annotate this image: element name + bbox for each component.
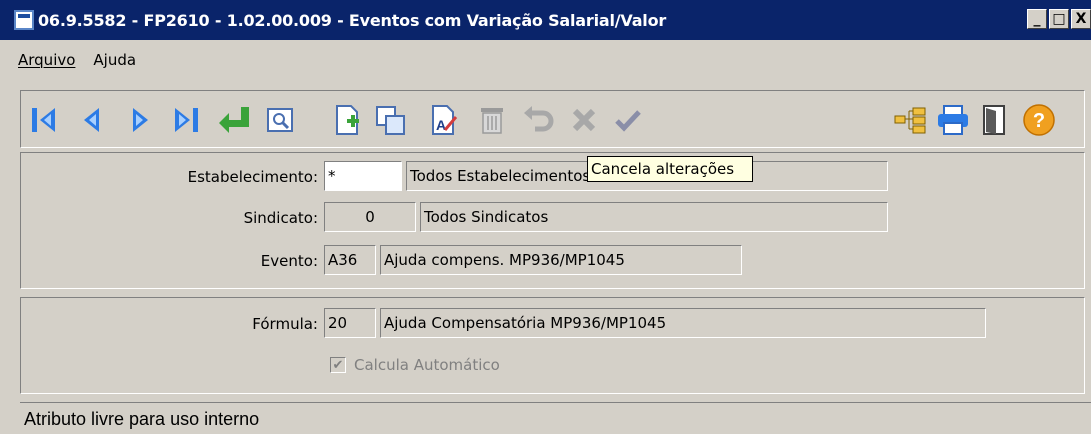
delete-record-icon[interactable] xyxy=(477,103,507,137)
toolbar: A ? xyxy=(20,90,1085,148)
menu-arquivo[interactable]: Arquivo xyxy=(18,46,75,74)
sindicato-code-input[interactable]: 0 xyxy=(324,202,416,232)
evento-code-input[interactable]: A36 xyxy=(324,245,376,275)
calcula-automatico-checkbox-row[interactable]: ✔ Calcula Automático xyxy=(330,356,500,374)
status-bar: Atributo livre para uso interno xyxy=(20,402,1091,434)
estabelecimento-code-input[interactable]: * xyxy=(324,161,402,191)
formula-desc-field: Ajuda Compensatória MP936/MP1045 xyxy=(380,308,986,338)
edit-record-icon[interactable]: A xyxy=(429,103,459,137)
estabelecimento-label: Estabelecimento: xyxy=(187,168,318,186)
confirm-icon[interactable] xyxy=(613,103,643,137)
new-record-icon[interactable] xyxy=(333,103,363,137)
print-icon[interactable] xyxy=(935,103,971,137)
svg-text:?: ? xyxy=(1033,110,1045,132)
calcula-automatico-label: Calcula Automático xyxy=(354,356,500,374)
last-record-icon[interactable] xyxy=(171,103,201,137)
menu-bar: Arquivo Ajuda xyxy=(0,46,136,74)
svg-text:A: A xyxy=(436,117,446,133)
copy-record-icon[interactable] xyxy=(373,103,409,137)
cancel-icon[interactable] xyxy=(569,103,599,137)
sindicato-label: Sindicato: xyxy=(243,209,318,227)
help-icon[interactable]: ? xyxy=(1021,103,1057,137)
formula-code-input[interactable]: 20 xyxy=(324,308,376,338)
menu-ajuda[interactable]: Ajuda xyxy=(93,46,136,74)
evento-label: Evento: xyxy=(260,252,318,270)
close-button[interactable]: X xyxy=(1071,9,1091,29)
app-icon xyxy=(14,10,34,30)
minimize-button[interactable]: _ xyxy=(1027,9,1047,29)
tree-icon[interactable] xyxy=(893,103,929,137)
search-icon[interactable] xyxy=(265,103,295,137)
goto-icon[interactable] xyxy=(217,103,253,137)
sindicato-desc-field: Todos Sindicatos xyxy=(420,202,888,232)
previous-record-icon[interactable] xyxy=(77,103,107,137)
first-record-icon[interactable] xyxy=(29,103,59,137)
evento-desc-field: Ajuda compens. MP936/MP1045 xyxy=(380,245,742,275)
formula-label: Fórmula: xyxy=(252,315,318,333)
undo-icon[interactable] xyxy=(521,103,557,137)
window-titlebar: 06.9.5582 - FP2610 - 1.02.00.009 - Event… xyxy=(0,0,1091,40)
window-title: 06.9.5582 - FP2610 - 1.02.00.009 - Event… xyxy=(38,10,667,30)
tooltip: Cancela alterações xyxy=(587,156,753,182)
exit-icon[interactable] xyxy=(979,103,1009,137)
calcula-automatico-checkbox[interactable]: ✔ xyxy=(330,357,346,373)
maximize-button[interactable]: □ xyxy=(1049,9,1069,29)
next-record-icon[interactable] xyxy=(125,103,155,137)
